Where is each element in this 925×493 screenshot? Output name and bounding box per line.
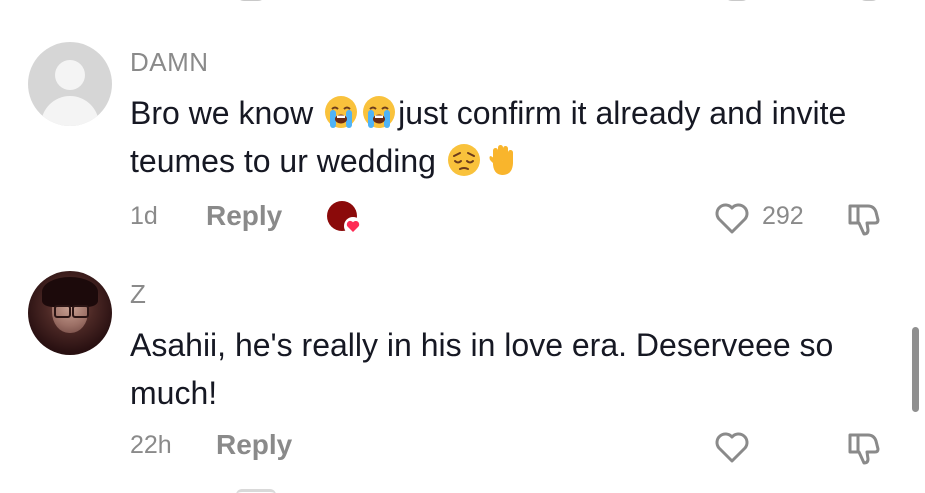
- loudly-crying-face-emoji: [363, 96, 396, 128]
- comment-username[interactable]: Z: [130, 279, 146, 310]
- scrollbar-thumb[interactable]: [912, 327, 919, 412]
- raised-hand-emoji: [489, 145, 513, 175]
- comment-text: Bro we know just confirm it already and …: [130, 89, 890, 185]
- comment-meta: 22h Reply: [130, 425, 890, 465]
- creator-liked-badge-icon: [327, 201, 362, 235]
- comment-text: Asahii, he's really in his in love era. …: [130, 327, 834, 411]
- comment-time: 22h: [130, 431, 172, 459]
- dislike-icon[interactable]: [844, 198, 884, 238]
- avatar[interactable]: [28, 271, 112, 355]
- like-count: 292: [762, 202, 804, 230]
- dislike-icon[interactable]: [844, 427, 884, 467]
- avatar[interactable]: [28, 42, 112, 126]
- comment-username[interactable]: DAMN: [130, 47, 209, 78]
- pensive-face-emoji: [447, 144, 480, 176]
- comment-time: 1d: [130, 202, 158, 230]
- reply-button[interactable]: Reply: [216, 429, 292, 461]
- comment-text-part: Bro we know: [130, 95, 314, 131]
- comments-panel: DAMN Bro we know just confirm it already…: [0, 0, 925, 493]
- comment-meta: 1d Reply 292: [130, 196, 890, 236]
- next-comment-fragment: [0, 489, 925, 493]
- heart-outline-icon[interactable]: [712, 427, 752, 467]
- loudly-crying-face-emoji: [325, 96, 358, 128]
- previous-comment-fragment: [0, 0, 925, 6]
- heart-outline-icon[interactable]: [712, 198, 752, 238]
- reply-button[interactable]: Reply: [206, 200, 282, 232]
